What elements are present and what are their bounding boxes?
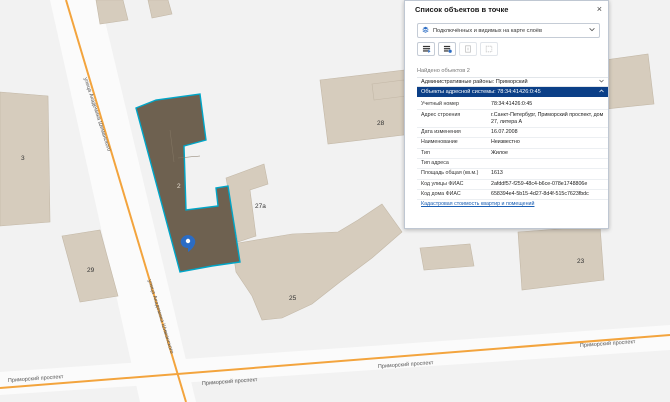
chevron-down-icon xyxy=(599,79,604,85)
chevron-up-icon xyxy=(599,89,604,95)
attr-key: Тип xyxy=(417,148,487,159)
layers-icon xyxy=(422,26,429,35)
table-row: Код улицы ФИАС 2afddf57-f259-48c4-b6ce-07… xyxy=(417,179,608,191)
house-number-3: 3 xyxy=(21,155,25,162)
attr-key: Код улицы ФИАС xyxy=(417,179,487,191)
attr-value: г.Санкт-Петербург, Приморский проспект, … xyxy=(487,109,608,128)
group-admin-districts[interactable]: Административные районы: Приморский xyxy=(417,77,608,87)
close-icon[interactable]: × xyxy=(597,4,602,14)
attr-key: Площадь общая (кв.м.) xyxy=(417,168,487,180)
attr-value: 658394e4-5b15-4d27-8d4f-515c7623fbdc xyxy=(487,189,608,201)
found-count: Найдено объектов 2 xyxy=(417,68,470,74)
table-row: Наименование Неизвестно xyxy=(417,137,608,149)
table-row: Учетный номер 78:34:41426:0:45 xyxy=(417,100,608,111)
attr-value: Неизвестно xyxy=(487,137,608,149)
house-number-28: 28 xyxy=(377,120,385,127)
group-admin-districts-label: Административные районы: Приморский xyxy=(421,79,528,85)
panel-toolbar xyxy=(417,42,608,56)
table-row: Площадь общая (кв.м.) 1613 xyxy=(417,168,608,180)
attr-value xyxy=(487,158,608,170)
attr-value: 2afddf57-f259-48c4-b6ce-078e1748806e xyxy=(487,179,608,191)
export-list-icon[interactable] xyxy=(417,42,435,56)
house-number-23: 23 xyxy=(577,258,585,265)
building-3[interactable] xyxy=(0,91,51,227)
cadastral-value-link[interactable]: Кадастровая стоимость квартир и помещени… xyxy=(421,201,608,207)
house-number-2: 2 xyxy=(177,183,181,190)
chevron-down-icon xyxy=(589,27,595,34)
export-selected-icon[interactable] xyxy=(438,42,456,56)
attr-key: Код дома ФИАС xyxy=(417,189,487,201)
attr-key: Дата изменения xyxy=(417,127,487,139)
attr-value: Жилое xyxy=(487,148,608,159)
table-row: Код дома ФИАС 658394e4-5b15-4d27-8d4f-515… xyxy=(417,189,608,201)
house-number-25: 25 xyxy=(289,295,297,302)
table-row: Адрес строения г.Санкт-Петербург, Приморс… xyxy=(417,109,608,128)
attr-value: 1613 xyxy=(487,168,608,180)
group-address-objects[interactable]: Объекты адресной системы: 78:34:41426:0:… xyxy=(417,87,608,97)
attr-value: 16.07.2008 xyxy=(487,127,608,139)
building-23[interactable] xyxy=(517,225,605,291)
attr-key: Адрес строения xyxy=(417,109,487,128)
house-number-27a: 27а xyxy=(255,203,266,210)
attributes-table: Учетный номер 78:34:41426:0:45 Адрес стро… xyxy=(417,100,608,201)
report-icon[interactable] xyxy=(459,42,477,56)
attr-key: Учетный номер xyxy=(417,100,487,111)
building-top-left[interactable] xyxy=(95,0,129,25)
layer-scope-value: Подключённых и видимых на карте слоёв xyxy=(433,27,542,34)
attr-value: 78:34:41426:0:45 xyxy=(487,100,608,111)
panel-header: Список объектов в точке × xyxy=(405,1,608,17)
building-right-mid[interactable] xyxy=(419,243,475,271)
table-row: Дата изменения 16.07.2008 xyxy=(417,127,608,139)
panel-title: Список объектов в точке xyxy=(415,4,509,14)
layer-scope-select[interactable]: Подключённых и видимых на карте слоёв xyxy=(417,23,600,38)
table-row: Тип Жилое xyxy=(417,148,608,159)
table-row: Тип адреса xyxy=(417,158,608,170)
attr-key: Наименование xyxy=(417,137,487,149)
house-number-29: 29 xyxy=(87,267,95,274)
frame-icon[interactable] xyxy=(480,42,498,56)
group-address-objects-label: Объекты адресной системы: 78:34:41426:0:… xyxy=(421,89,541,95)
attr-key: Тип адреса xyxy=(417,158,487,170)
objects-at-point-panel: Список объектов в точке × Подключённых и… xyxy=(404,0,609,229)
